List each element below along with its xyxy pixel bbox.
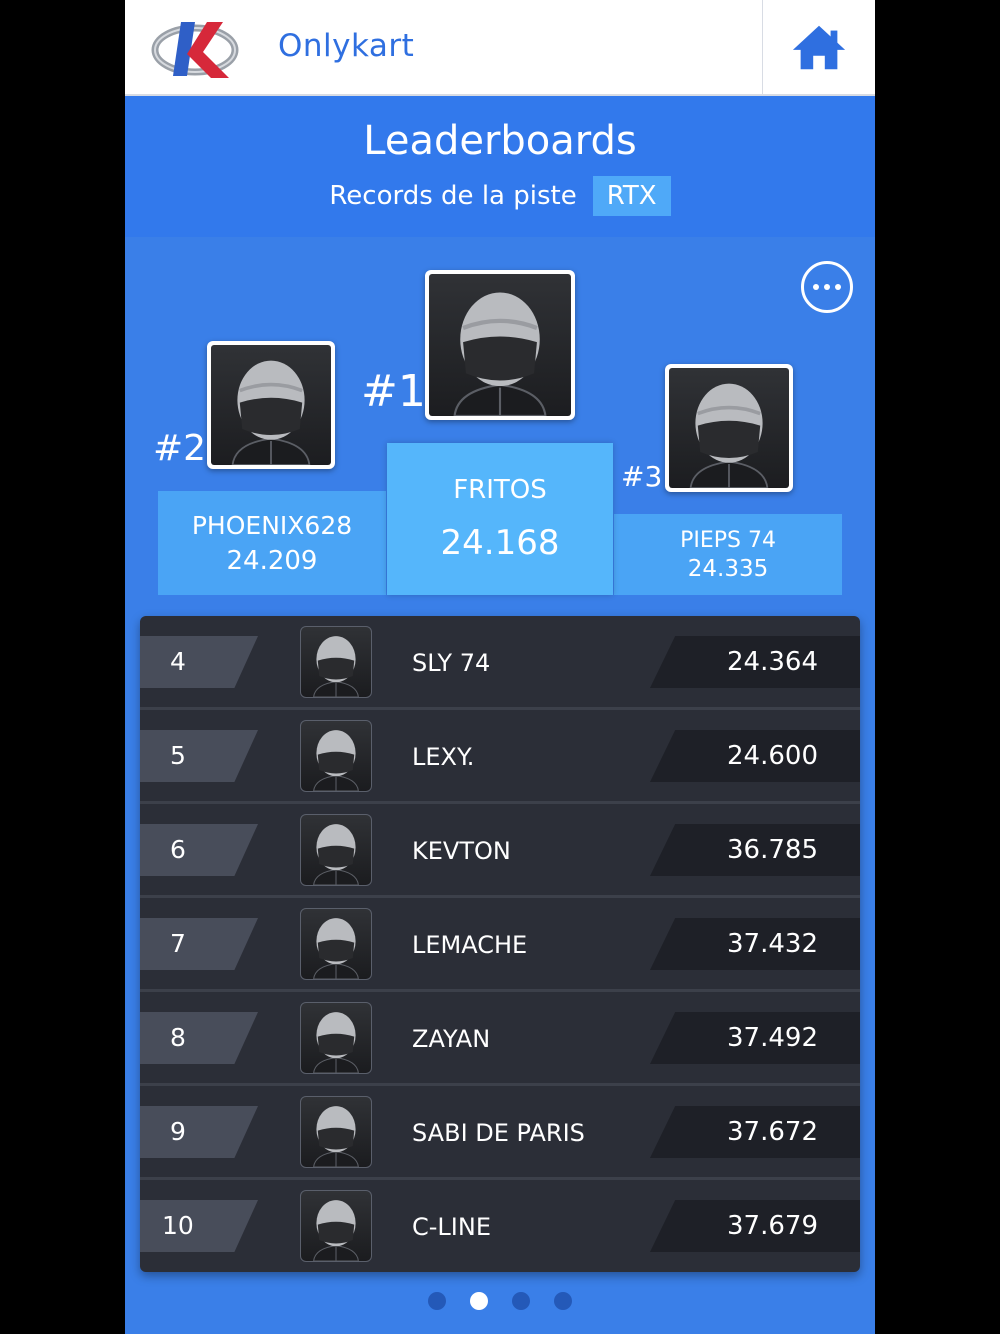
title-band: Leaderboards Records de la piste RTX bbox=[125, 96, 875, 237]
row-lap-time: 24.600 bbox=[727, 741, 818, 771]
helmet-avatar-icon bbox=[300, 1002, 372, 1074]
podium-second-block[interactable]: PHOENIX628 24.209 bbox=[158, 491, 386, 595]
row-driver-name: ZAYAN bbox=[412, 1025, 491, 1053]
podium-first-avatar[interactable] bbox=[425, 270, 575, 420]
helmet-avatar-icon bbox=[300, 720, 372, 792]
row-position: 10 bbox=[140, 1200, 258, 1252]
podium-third-time: 24.335 bbox=[687, 555, 769, 582]
podium-first-name: FRITOS bbox=[453, 475, 547, 505]
row-position: 4 bbox=[140, 636, 258, 688]
leaderboard-table: 4 SLY 74 24.364 5 LEXY. 24.600 6 KEVTON … bbox=[140, 616, 860, 1272]
podium-first-time: 24.168 bbox=[440, 523, 560, 563]
helmet-avatar-icon bbox=[429, 274, 571, 416]
row-lap-time: 24.364 bbox=[727, 647, 818, 677]
page-dot-4[interactable] bbox=[554, 1292, 572, 1310]
table-row[interactable]: 7 LEMACHE 37.432 bbox=[140, 898, 860, 992]
track-selector-chip[interactable]: RTX bbox=[592, 176, 671, 216]
podium-first-rank: #1 bbox=[361, 366, 426, 417]
row-driver-name: C-LINE bbox=[412, 1213, 491, 1241]
podium-second-name: PHOENIX628 bbox=[191, 510, 353, 540]
leaderboard-screen: Onlykart Leaderboards Records de la pist… bbox=[125, 0, 875, 1334]
more-options-button[interactable] bbox=[801, 261, 853, 313]
helmet-avatar-icon bbox=[300, 1096, 372, 1168]
podium-third-avatar[interactable] bbox=[665, 364, 793, 492]
podium-third-block[interactable]: PIEPS 74 24.335 bbox=[614, 514, 842, 595]
row-driver-name: SABI DE PARIS bbox=[412, 1119, 585, 1147]
podium-third-name: PIEPS 74 bbox=[680, 527, 776, 553]
onlykart-logo[interactable] bbox=[151, 14, 243, 84]
table-row[interactable]: 4 SLY 74 24.364 bbox=[140, 616, 860, 710]
row-driver-name: SLY 74 bbox=[412, 649, 491, 677]
page-indicator bbox=[125, 1292, 875, 1310]
helmet-avatar-icon bbox=[300, 626, 372, 698]
row-driver-name: LEMACHE bbox=[412, 931, 528, 959]
row-driver-name: LEXY. bbox=[412, 743, 475, 771]
row-lap-time: 36.785 bbox=[727, 835, 818, 865]
podium-third-rank: #3 bbox=[621, 460, 663, 493]
helmet-avatar-icon bbox=[211, 345, 331, 465]
row-position: 6 bbox=[140, 824, 258, 876]
row-lap-time: 37.432 bbox=[727, 929, 818, 959]
helmet-avatar-icon bbox=[300, 814, 372, 886]
row-position: 9 bbox=[140, 1106, 258, 1158]
podium-second-time: 24.209 bbox=[226, 545, 318, 576]
app-header: Onlykart bbox=[125, 0, 875, 96]
table-row[interactable]: 5 LEXY. 24.600 bbox=[140, 710, 860, 804]
table-row[interactable]: 6 KEVTON 36.785 bbox=[140, 804, 860, 898]
subtitle-row: Records de la piste RTX bbox=[125, 176, 875, 216]
home-button[interactable] bbox=[762, 0, 875, 94]
helmet-avatar-icon bbox=[669, 368, 789, 488]
row-position: 5 bbox=[140, 730, 258, 782]
page-dot-2[interactable] bbox=[470, 1292, 488, 1310]
app-brand-name: Onlykart bbox=[278, 28, 415, 64]
row-position: 7 bbox=[140, 918, 258, 970]
helmet-avatar-icon bbox=[300, 1190, 372, 1262]
home-icon bbox=[792, 25, 846, 70]
row-lap-time: 37.492 bbox=[727, 1023, 818, 1053]
podium-first-block[interactable]: FRITOS 24.168 bbox=[387, 443, 613, 595]
table-row[interactable]: 9 SABI DE PARIS 37.672 bbox=[140, 1086, 860, 1180]
page-dot-1[interactable] bbox=[428, 1292, 446, 1310]
row-lap-time: 37.672 bbox=[727, 1117, 818, 1147]
podium-second-avatar[interactable] bbox=[207, 341, 335, 469]
row-position: 8 bbox=[140, 1012, 258, 1064]
table-row[interactable]: 10 C-LINE 37.679 bbox=[140, 1180, 860, 1272]
table-row[interactable]: 8 ZAYAN 37.492 bbox=[140, 992, 860, 1086]
helmet-avatar-icon bbox=[300, 908, 372, 980]
page-title: Leaderboards bbox=[363, 118, 637, 164]
row-lap-time: 37.679 bbox=[727, 1211, 818, 1241]
podium-second-rank: #2 bbox=[153, 428, 207, 469]
subtitle-text: Records de la piste bbox=[329, 181, 577, 211]
row-driver-name: KEVTON bbox=[412, 837, 511, 865]
page-dot-3[interactable] bbox=[512, 1292, 530, 1310]
more-options-icon bbox=[813, 284, 819, 290]
